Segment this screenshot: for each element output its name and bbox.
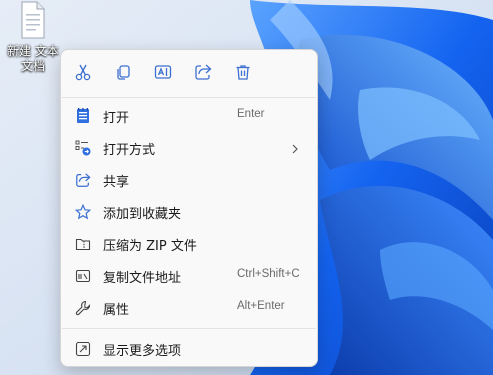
menu-item-label: 打开 — [103, 111, 130, 126]
cut-button[interactable] — [69, 60, 97, 88]
copy-button[interactable] — [109, 60, 137, 88]
share-icon — [194, 63, 212, 85]
trash-icon — [234, 63, 252, 85]
share-button[interactable] — [189, 60, 217, 88]
context-menu: 打开 Enter 打开方式 共享 添加到收藏夹 压缩为 ZIP 文件 复制文件地… — [60, 49, 318, 367]
divider — [62, 97, 316, 98]
menu-item-open[interactable]: 打开 Enter — [65, 101, 313, 131]
divider — [62, 328, 316, 329]
menu-item-shortcut: Ctrl+Shift+C — [237, 268, 300, 280]
scissors-icon — [74, 63, 92, 85]
quick-action-bar — [61, 50, 317, 96]
open-with-icon — [75, 140, 91, 156]
menu-item-shortcut: Enter — [237, 108, 265, 120]
wrench-icon — [75, 300, 91, 316]
copy-path-icon — [75, 268, 91, 284]
zip-folder-icon — [75, 236, 91, 252]
copy-icon — [114, 63, 132, 85]
chevron-right-icon — [291, 141, 299, 155]
menu-item-show-more-options[interactable]: 显示更多选项 — [65, 334, 313, 364]
delete-button[interactable] — [229, 60, 257, 88]
share-icon — [75, 172, 91, 188]
menu-item-label: 属性 — [103, 303, 130, 318]
menu-item-copy-path[interactable]: 复制文件地址 Ctrl+Shift+C — [65, 261, 313, 291]
menu-item-label: 显示更多选项 — [103, 344, 182, 359]
star-icon — [75, 204, 91, 220]
rename-icon — [154, 63, 172, 85]
menu-item-label: 共享 — [103, 175, 130, 190]
menu-item-label: 压缩为 ZIP 文件 — [103, 239, 197, 254]
more-options-icon — [75, 341, 91, 357]
desktop-file-label: 新建 文本文档 — [7, 44, 59, 73]
menu-item-open-with[interactable]: 打开方式 — [65, 133, 313, 163]
menu-item-shortcut: Alt+Enter — [237, 300, 285, 312]
menu-item-share[interactable]: 共享 — [65, 165, 313, 195]
menu-item-compress-zip[interactable]: 压缩为 ZIP 文件 — [65, 229, 313, 259]
menu-item-add-to-favorites[interactable]: 添加到收藏夹 — [65, 197, 313, 227]
desktop-file-icon[interactable]: 新建 文本文档 — [2, 0, 64, 74]
menu-item-label: 复制文件地址 — [103, 271, 182, 286]
rename-button[interactable] — [149, 60, 177, 88]
menu-item-properties[interactable]: 属性 Alt+Enter — [65, 293, 313, 323]
menu-item-label: 添加到收藏夹 — [103, 207, 182, 222]
notepad-icon — [75, 108, 91, 124]
text-file-icon — [20, 0, 46, 40]
menu-item-label: 打开方式 — [103, 143, 156, 158]
